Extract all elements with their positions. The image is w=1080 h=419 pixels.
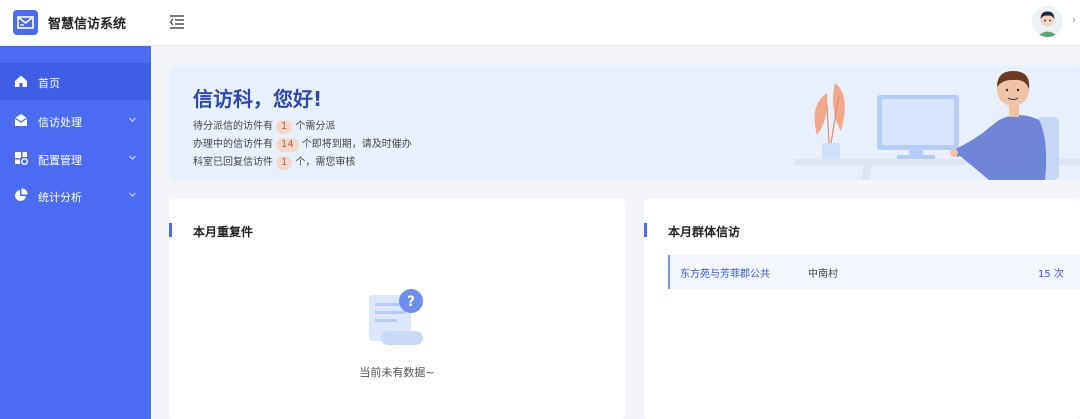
chevron-down-icon	[128, 152, 137, 161]
menu-collapse-icon[interactable]	[169, 13, 186, 30]
due-soon-line: 办理中的信访件有 14 个即将到期，请及时催办	[193, 138, 412, 152]
sidebar-item-label: 信访处理	[38, 116, 82, 129]
sidebar: 首页 信访处理 配置管理 统计分析	[0, 46, 151, 419]
sidebar-item-home[interactable]: 首页	[0, 63, 151, 100]
card-title: 本月群体信访	[668, 225, 741, 239]
group-petitions-card: 本月群体信访 东方苑与芳菲郡公共 中南村 15 次	[644, 199, 1080, 419]
logo-icon	[13, 10, 38, 35]
group-petition-row[interactable]: 东方苑与芳菲郡公共 中南村 15 次	[668, 255, 1080, 289]
config-icon	[14, 151, 28, 165]
app-title: 智慧信访系统	[48, 17, 127, 32]
welcome-banner: 信访科，您好! 待分派信的访件有 1 个需分派 办理中的信访件有 14 个即将到期，请及…	[169, 65, 1080, 180]
pie-chart-icon	[14, 188, 28, 202]
mail-icon	[14, 113, 28, 127]
card-title-accent	[644, 223, 647, 237]
svg-text:?: ?	[407, 294, 415, 310]
group-petition-count: 15 次	[1038, 269, 1064, 280]
card-title: 本月重复件	[193, 225, 254, 239]
sidebar-item-statistics[interactable]: 统计分析	[0, 177, 151, 214]
sidebar-item-config[interactable]: 配置管理	[0, 140, 151, 177]
group-petition-village: 中南村	[808, 269, 838, 280]
top-bar: 智慧信访系统 ›	[0, 0, 1080, 46]
pending-assign-count[interactable]: 1	[276, 120, 293, 134]
sidebar-item-label: 统计分析	[38, 191, 82, 204]
review-line: 科室已回复信访件 1 个，需您审核	[193, 156, 356, 170]
user-avatar[interactable]	[1032, 6, 1063, 37]
repeat-petitions-card: 本月重复件 ? 当前未有数据~	[169, 199, 625, 419]
sidebar-item-label: 首页	[38, 77, 60, 90]
card-title-accent	[169, 223, 172, 237]
chevron-down-icon	[128, 114, 137, 123]
office-worker-illustration	[789, 65, 1080, 180]
empty-data-icon: ?	[367, 287, 427, 353]
home-icon	[14, 74, 28, 88]
user-menu-chevron-icon[interactable]: ›	[1072, 15, 1076, 26]
pending-assign-line: 待分派信的访件有 1 个需分派	[193, 120, 336, 134]
greeting-title: 信访科，您好!	[193, 87, 323, 111]
empty-data-text: 当前未有数据~	[359, 366, 435, 379]
group-petition-name: 东方苑与芳菲郡公共	[680, 269, 770, 280]
chevron-down-icon	[128, 189, 137, 198]
sidebar-item-petition-handling[interactable]: 信访处理	[0, 102, 151, 139]
due-soon-count[interactable]: 14	[276, 138, 299, 152]
review-count[interactable]: 1	[276, 156, 293, 170]
sidebar-item-label: 配置管理	[38, 154, 82, 167]
